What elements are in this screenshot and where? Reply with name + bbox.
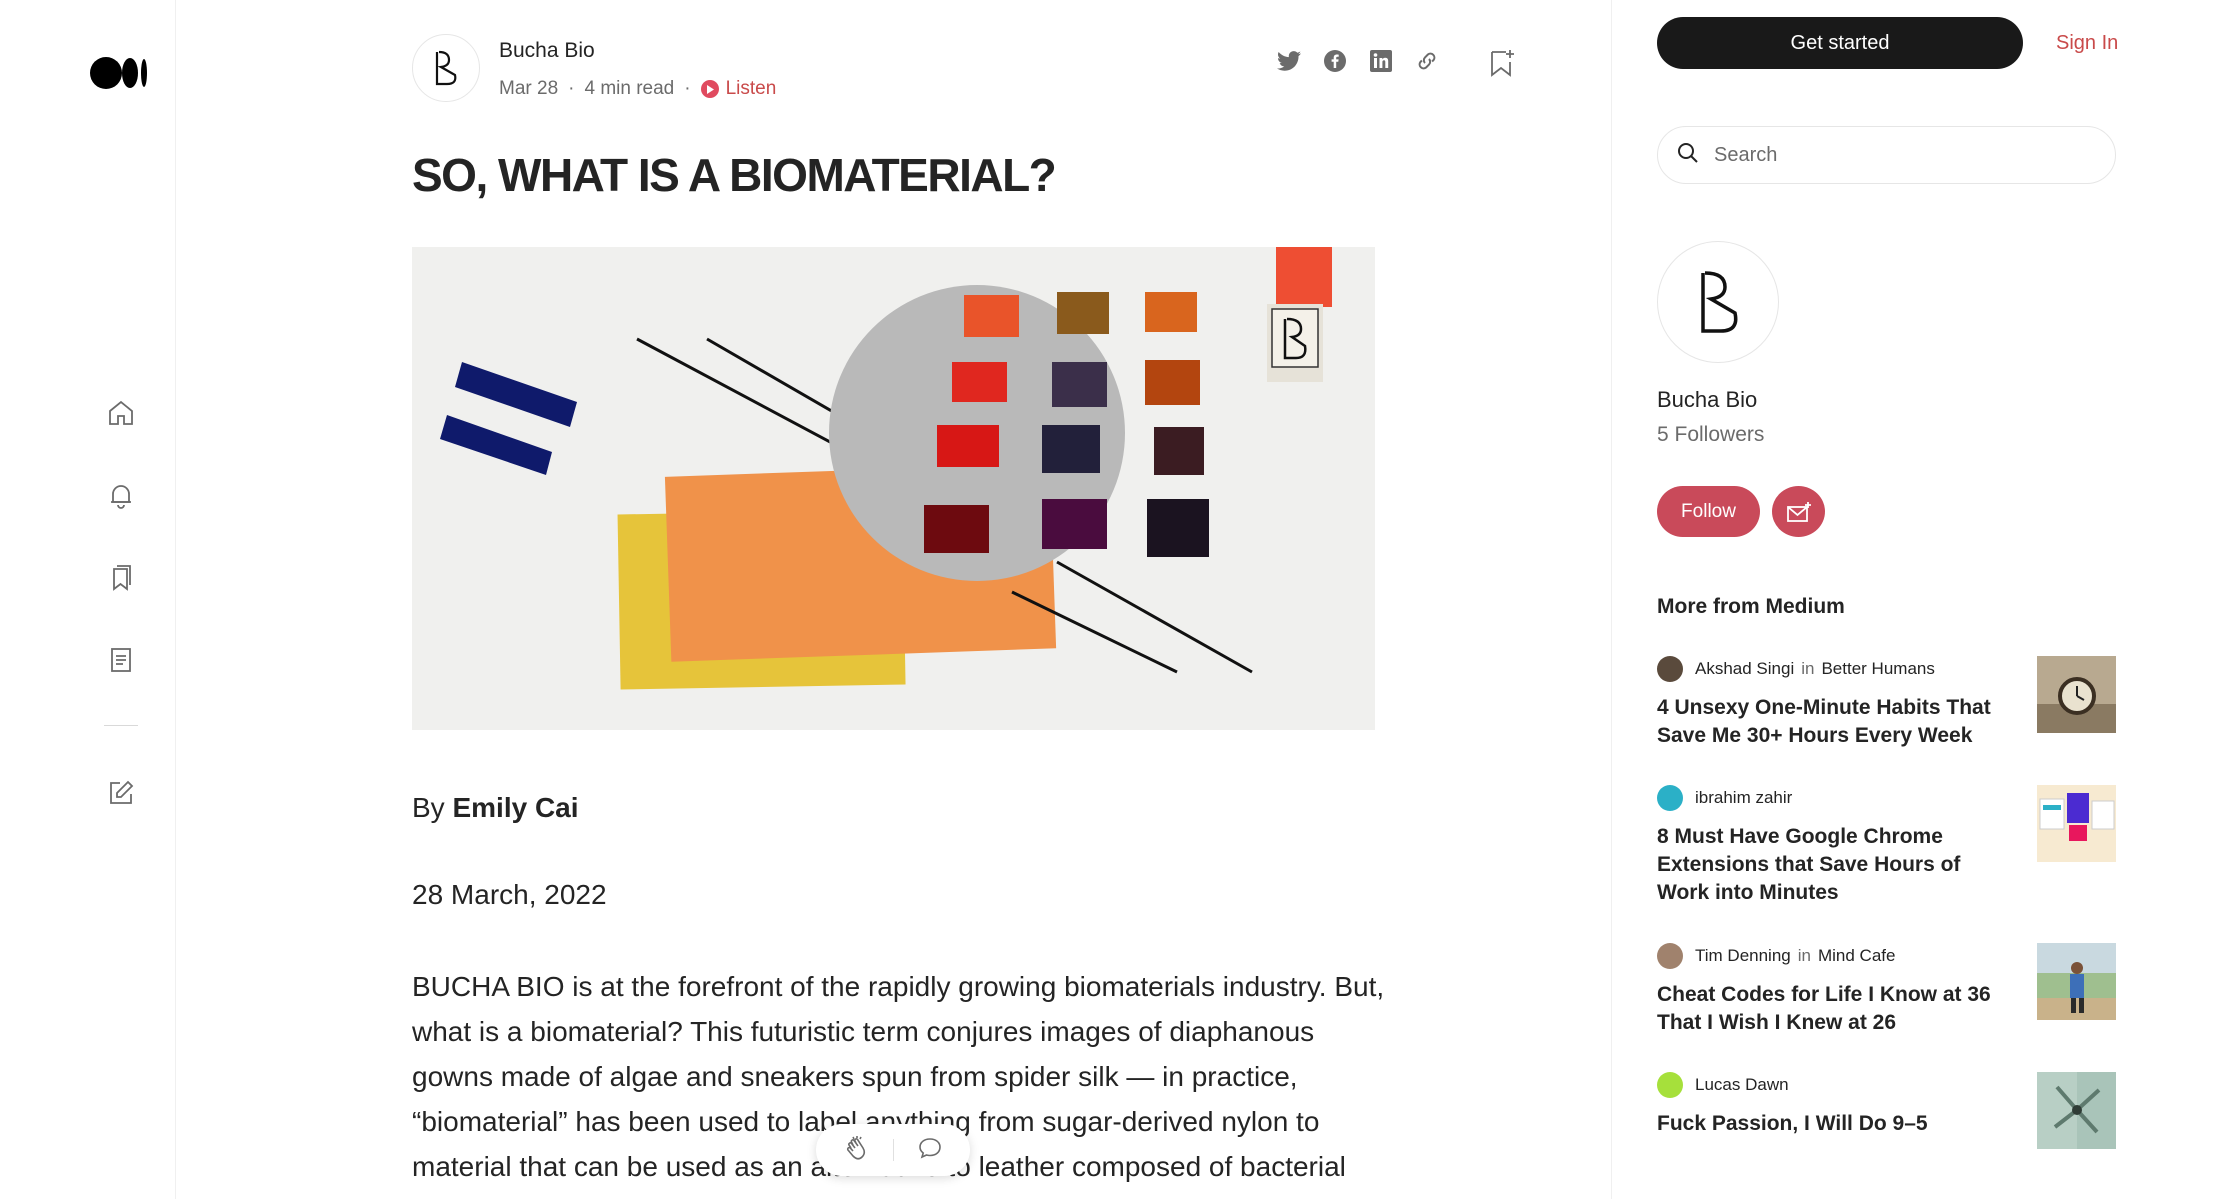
- clap-icon[interactable]: [843, 1134, 871, 1167]
- list-item[interactable]: Akshad Singi in Better Humans 4 Unsexy O…: [1657, 656, 2117, 750]
- home-icon[interactable]: [104, 396, 138, 430]
- meta-separator: ·: [568, 78, 575, 99]
- list-item[interactable]: ibrahim zahir 8 Must Have Google Chrome …: [1657, 785, 2117, 907]
- story-in: in: [1801, 659, 1815, 678]
- avatar: [1657, 1072, 1683, 1098]
- search-box[interactable]: [1657, 126, 2116, 184]
- bell-icon[interactable]: [104, 478, 138, 512]
- search-icon: [1676, 141, 1700, 170]
- left-nav-rail: [0, 0, 176, 1199]
- story-author[interactable]: ibrahim zahir: [1695, 788, 1792, 808]
- story-publication[interactable]: Better Humans: [1821, 659, 1934, 679]
- save-bookmark-icon[interactable]: [1489, 48, 1515, 78]
- avatar: [1657, 943, 1683, 969]
- story-title[interactable]: Cheat Codes for Life I Know at 36 That I…: [1657, 981, 2017, 1037]
- medium-logo-icon[interactable]: [90, 56, 150, 90]
- sign-in-link[interactable]: Sign In: [2056, 32, 2118, 55]
- author-avatar[interactable]: [412, 34, 480, 102]
- article-byline: By Emily Cai: [412, 792, 579, 824]
- author-header: Bucha Bio Mar 28 · 4 min read · Listen: [412, 34, 1342, 106]
- mail-plus-icon: [1786, 501, 1811, 522]
- story-thumbnail[interactable]: [2037, 943, 2116, 1020]
- bar-separator: [893, 1139, 895, 1161]
- article-title: SO, WHAT IS A BIOMATERIAL?: [412, 149, 1057, 201]
- story-in: in: [1797, 946, 1811, 965]
- publish-date: Mar 28: [499, 78, 559, 99]
- story-title[interactable]: 8 Must Have Google Chrome Extensions tha…: [1657, 823, 2017, 907]
- story-title[interactable]: 4 Unsexy One-Minute Habits That Save Me …: [1657, 694, 2017, 750]
- profile-avatar[interactable]: [1657, 241, 1779, 363]
- bookmarks-icon[interactable]: [104, 561, 138, 595]
- byline-prefix: By: [412, 792, 445, 823]
- subscribe-email-button[interactable]: [1772, 486, 1825, 537]
- listen-button[interactable]: Listen: [700, 78, 777, 100]
- search-input[interactable]: [1714, 143, 2094, 167]
- article-main: Bucha Bio Mar 28 · 4 min read · Listen S…: [176, 0, 1611, 1199]
- article-date-line: 28 March, 2022: [412, 879, 607, 910]
- comment-icon[interactable]: [917, 1135, 943, 1166]
- avatar: [1657, 785, 1683, 811]
- story-thumbnail[interactable]: [2037, 1072, 2116, 1149]
- facebook-icon[interactable]: [1322, 48, 1348, 74]
- story-author[interactable]: Lucas Dawn: [1695, 1075, 1789, 1095]
- stories-icon[interactable]: [104, 643, 138, 677]
- profile-name[interactable]: Bucha Bio: [1657, 387, 1757, 413]
- story-author[interactable]: Akshad Singi: [1695, 659, 1794, 679]
- listen-label: Listen: [725, 78, 777, 99]
- nav-divider: [104, 725, 138, 726]
- share-bar: [1276, 48, 1440, 74]
- get-started-button[interactable]: Get started: [1657, 17, 2023, 69]
- twitter-icon[interactable]: [1276, 48, 1302, 74]
- meta-separator: ·: [684, 78, 691, 99]
- floating-action-bar: [816, 1124, 970, 1176]
- copy-link-icon[interactable]: [1414, 48, 1440, 74]
- hero-image: [412, 247, 1375, 730]
- list-item[interactable]: Lucas Dawn Fuck Passion, I Will Do 9–5: [1657, 1072, 2117, 1149]
- read-time: 4 min read: [584, 78, 675, 99]
- play-icon: [700, 80, 719, 98]
- follow-button[interactable]: Follow: [1657, 486, 1760, 537]
- story-publication[interactable]: Mind Cafe: [1818, 946, 1895, 966]
- followers-count[interactable]: 5 Followers: [1657, 423, 1764, 447]
- right-sidebar: Get started Sign In Bucha Bio 5 Follower…: [1611, 0, 2226, 1199]
- byline-author: Emily Cai: [452, 792, 579, 823]
- author-name[interactable]: Bucha Bio: [499, 39, 595, 63]
- article-meta: Mar 28 · 4 min read · Listen: [499, 78, 776, 100]
- story-thumbnail[interactable]: [2037, 656, 2116, 733]
- list-item[interactable]: Tim Denning in Mind Cafe Cheat Codes for…: [1657, 943, 2117, 1037]
- write-icon[interactable]: [104, 776, 138, 810]
- linkedin-icon[interactable]: [1368, 48, 1394, 74]
- story-thumbnail[interactable]: [2037, 785, 2116, 862]
- more-from-medium-heading: More from Medium: [1657, 595, 1845, 618]
- avatar: [1657, 656, 1683, 682]
- story-title[interactable]: Fuck Passion, I Will Do 9–5: [1657, 1110, 2017, 1138]
- story-author[interactable]: Tim Denning: [1695, 946, 1791, 966]
